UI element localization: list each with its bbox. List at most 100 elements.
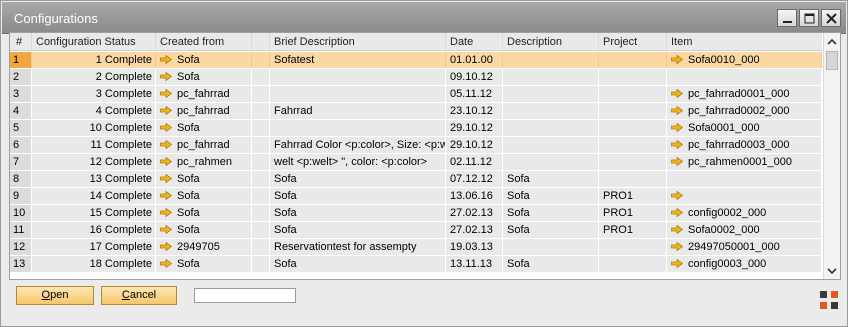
link-arrow-icon[interactable] (671, 191, 683, 200)
link-arrow-icon[interactable] (160, 72, 172, 81)
cell-item[interactable]: 29497050001_000 (667, 239, 822, 255)
cell-brief: Sofa (270, 188, 446, 204)
cell-text: PRO1 (603, 190, 633, 202)
link-arrow-icon[interactable] (160, 55, 172, 64)
link-arrow-icon[interactable] (671, 242, 683, 251)
cell-date: 02.11.12 (446, 154, 503, 170)
cell-created-from[interactable]: pc_rahmen (156, 154, 252, 170)
table-row[interactable]: 2 2 Complete Sofa 09.10.12 (10, 69, 822, 86)
cell-item[interactable]: pc_rahmen0001_000 (667, 154, 822, 170)
cell-created-from[interactable]: pc_fahrrad (156, 137, 252, 153)
cell-item[interactable]: pc_fahrrad0002_000 (667, 103, 822, 119)
cell-text: 2 (13, 71, 20, 83)
cell-item[interactable]: pc_fahrrad0003_000 (667, 137, 822, 153)
link-arrow-icon[interactable] (671, 208, 683, 217)
vertical-scrollbar[interactable] (823, 33, 840, 279)
link-arrow-icon[interactable] (671, 225, 683, 234)
table-row[interactable]: 7 12 Complete pc_rahmen welt <p:welt> ", co… (10, 154, 822, 171)
scrollbar-thumb[interactable] (826, 51, 838, 70)
link-arrow-icon[interactable] (160, 140, 172, 149)
cell-date: 13.06.16 (446, 188, 503, 204)
cell-created-from[interactable]: Sofa (156, 69, 252, 85)
link-arrow-icon[interactable] (671, 123, 683, 132)
cell-num: 10 (10, 205, 32, 221)
column-header-num[interactable]: # (10, 33, 32, 51)
cell-created-from[interactable]: Sofa (156, 205, 252, 221)
cell-brief: Fahrrad (270, 103, 446, 119)
cell-created-from[interactable]: 2949705 (156, 239, 252, 255)
cell-item[interactable]: config0003_000 (667, 256, 822, 272)
link-arrow-icon[interactable] (671, 157, 683, 166)
cell-item[interactable] (667, 171, 822, 187)
title-bar[interactable]: Configurations (2, 2, 846, 34)
cell-created-from[interactable]: Sofa (156, 188, 252, 204)
cell-created-from[interactable]: Sofa (156, 222, 252, 238)
link-arrow-icon[interactable] (160, 174, 172, 183)
link-arrow-icon[interactable] (160, 123, 172, 132)
minimize-button[interactable] (777, 9, 797, 27)
link-arrow-icon[interactable] (671, 259, 683, 268)
cell-item[interactable]: Sofa0002_000 (667, 222, 822, 238)
cell-brief: Sofa (270, 171, 446, 187)
scroll-up-icon[interactable] (827, 38, 837, 46)
column-header-project[interactable]: Project (599, 33, 667, 51)
cell-created-from[interactable]: Sofa (156, 120, 252, 136)
link-arrow-icon[interactable] (160, 242, 172, 251)
cell-item[interactable]: config0002_000 (667, 205, 822, 221)
cell-item[interactable]: pc_fahrrad0001_000 (667, 86, 822, 102)
table-row[interactable]: 1 1 Complete Sofa Sofatest 01.01.00 Sofa0010_… (10, 52, 822, 69)
table-row[interactable]: 11 16 Complete Sofa Sofa 27.02.13 Sofa PRO1 Sof… (10, 222, 822, 239)
table-row[interactable]: 6 11 Complete pc_fahrrad Fahrrad Color <p:c… (10, 137, 822, 154)
column-header-configuration-status[interactable]: Configuration Status (32, 33, 156, 51)
cell-item[interactable]: Sofa0001_000 (667, 120, 822, 136)
table-row[interactable]: 5 10 Complete Sofa 29.10.12 Sofa0001_000 (10, 120, 822, 137)
cell-project: PRO1 (599, 188, 667, 204)
cell-item[interactable] (667, 69, 822, 85)
table-row[interactable]: 13 18 Complete Sofa Sofa 13.11.13 Sofa config0… (10, 256, 822, 273)
table-row[interactable]: 10 15 Complete Sofa Sofa 27.02.13 Sofa PRO1 con… (10, 205, 822, 222)
cell-text: Sofa (274, 207, 297, 219)
cell-text: pc_fahrrad (177, 105, 230, 117)
link-arrow-icon[interactable] (671, 55, 683, 64)
column-header-date[interactable]: Date (446, 33, 503, 51)
link-arrow-icon[interactable] (160, 259, 172, 268)
column-header-description[interactable]: Description (503, 33, 599, 51)
link-arrow-icon[interactable] (671, 106, 683, 115)
close-button[interactable] (821, 9, 841, 27)
cell-item[interactable]: Sofa0010_000 (667, 52, 822, 68)
table-row[interactable]: 4 4 Complete pc_fahrrad Fahrrad 23.10.12 pc_f… (10, 103, 822, 120)
cancel-button[interactable]: Cancel (101, 286, 177, 305)
cell-created-from[interactable]: Sofa (156, 171, 252, 187)
cell-created-from[interactable]: pc_fahrrad (156, 86, 252, 102)
link-arrow-icon[interactable] (160, 89, 172, 98)
link-arrow-icon[interactable] (671, 140, 683, 149)
link-arrow-icon[interactable] (160, 191, 172, 200)
table-row[interactable]: 12 17 Complete 2949705 Reservationtest for … (10, 239, 822, 256)
column-header-created-from[interactable]: Created from (156, 33, 252, 51)
open-button[interactable]: Open (16, 286, 94, 305)
table-row[interactable]: 9 14 Complete Sofa Sofa 13.06.16 Sofa PRO1 (10, 188, 822, 205)
link-arrow-icon[interactable] (671, 89, 683, 98)
table-row[interactable]: 8 13 Complete Sofa Sofa 07.12.12 Sofa (10, 171, 822, 188)
column-header-item[interactable]: Item (667, 33, 822, 51)
link-arrow-icon[interactable] (160, 106, 172, 115)
scroll-down-icon[interactable] (827, 267, 837, 275)
link-arrow-icon[interactable] (160, 225, 172, 234)
cell-project (599, 103, 667, 119)
column-header-spacer (252, 33, 270, 51)
column-header-brief-description[interactable]: Brief Description (270, 33, 446, 51)
search-input[interactable] (194, 288, 296, 303)
resize-grip-icon[interactable] (820, 291, 838, 309)
maximize-button[interactable] (799, 9, 819, 27)
cell-text: 13.11.13 (450, 258, 493, 270)
cell-date: 29.10.12 (446, 120, 503, 136)
cell-text: Sofa (274, 190, 297, 202)
cell-created-from[interactable]: Sofa (156, 52, 252, 68)
cell-text: 11 Complete (90, 139, 152, 151)
link-arrow-icon[interactable] (160, 157, 172, 166)
cell-created-from[interactable]: pc_fahrrad (156, 103, 252, 119)
cell-created-from[interactable]: Sofa (156, 256, 252, 272)
table-row[interactable]: 3 3 Complete pc_fahrrad 05.11.12 pc_fahrrad0… (10, 86, 822, 103)
cell-item[interactable] (667, 188, 822, 204)
link-arrow-icon[interactable] (160, 208, 172, 217)
